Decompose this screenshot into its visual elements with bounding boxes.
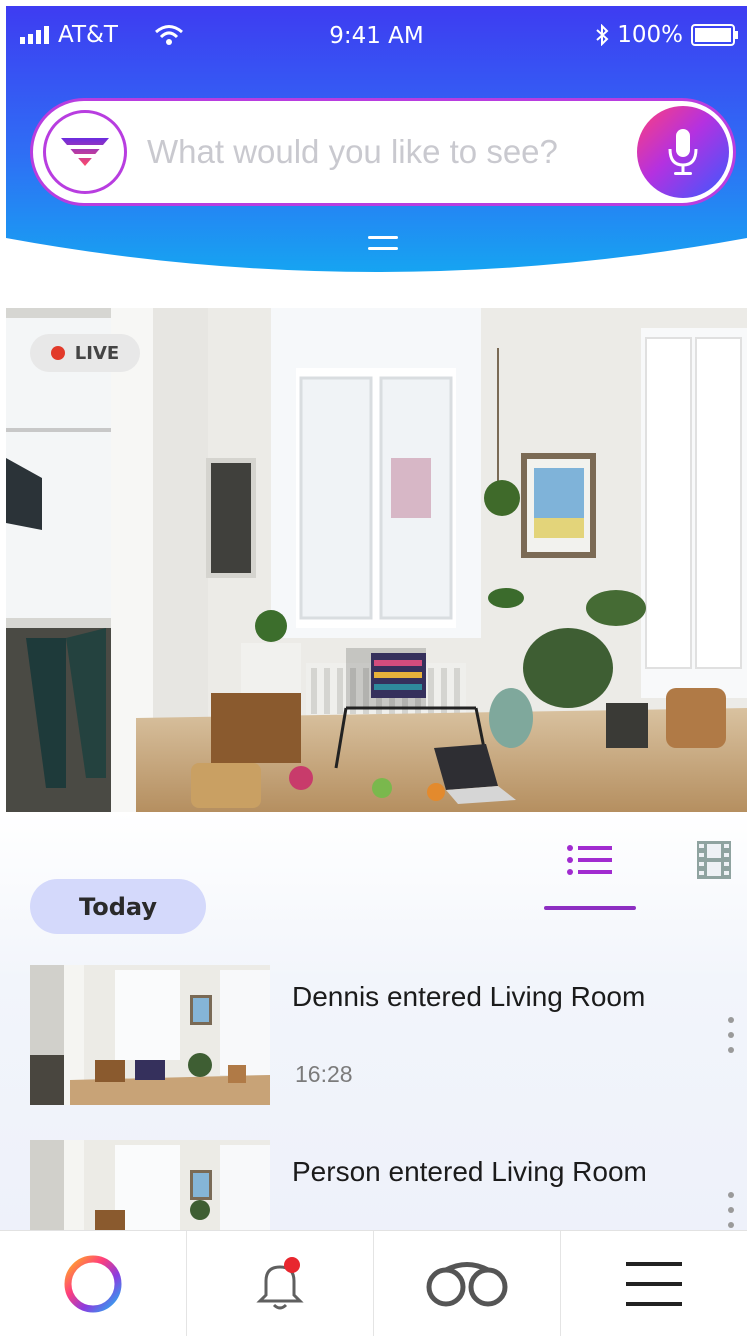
event-item[interactable]: Dennis entered Living Room 16:28 bbox=[30, 965, 747, 1105]
notifications-bell-icon bbox=[256, 1256, 304, 1309]
live-label: LIVE bbox=[74, 342, 120, 364]
event-title: Dennis entered Living Room bbox=[292, 981, 646, 1012]
microphone-button[interactable] bbox=[637, 106, 729, 198]
battery-icon bbox=[691, 24, 738, 46]
live-dot-icon bbox=[50, 346, 65, 360]
event-time: 16:28 bbox=[295, 1061, 353, 1087]
event-thumbnail[interactable] bbox=[30, 965, 270, 1105]
menu-icon bbox=[626, 1261, 682, 1306]
more-options-icon[interactable] bbox=[726, 1017, 736, 1067]
bluetooth-icon bbox=[596, 24, 609, 46]
notification-badge bbox=[284, 1256, 300, 1273]
microphone-icon bbox=[668, 129, 698, 175]
event-thumbnail[interactable] bbox=[30, 1140, 270, 1230]
list-view-icon bbox=[567, 845, 612, 875]
pull-handle[interactable] bbox=[368, 236, 398, 256]
home-ring-icon bbox=[64, 1255, 122, 1312]
status-bar: AT&T 9:41 AM 100% bbox=[6, 6, 747, 66]
date-chip[interactable]: Today bbox=[30, 879, 206, 934]
live-camera-view[interactable] bbox=[6, 308, 747, 812]
list-view-tab[interactable] bbox=[544, 838, 636, 910]
nav-menu[interactable] bbox=[561, 1231, 747, 1336]
battery-percent: 100% bbox=[617, 22, 683, 48]
active-tab-underline bbox=[544, 906, 636, 910]
status-right: 100% bbox=[595, 22, 739, 48]
film-strip-icon bbox=[697, 841, 731, 879]
search-bar[interactable]: What would you like to see? bbox=[30, 98, 736, 206]
event-item[interactable]: Person entered Living Room bbox=[30, 1140, 747, 1230]
nav-explore[interactable] bbox=[374, 1231, 561, 1336]
nav-home[interactable] bbox=[0, 1231, 187, 1336]
event-thumbnail-image bbox=[30, 965, 270, 1105]
more-options-icon[interactable] bbox=[726, 1192, 736, 1230]
search-input[interactable]: What would you like to see? bbox=[147, 133, 558, 171]
binoculars-icon bbox=[426, 1261, 508, 1306]
event-title: Person entered Living Room bbox=[292, 1156, 647, 1187]
nav-notifications[interactable] bbox=[187, 1231, 374, 1336]
live-badge: LIVE bbox=[30, 334, 140, 372]
bottom-navigation bbox=[0, 1230, 747, 1336]
filter-icon bbox=[59, 138, 111, 166]
film-view-tab[interactable] bbox=[696, 840, 732, 880]
event-thumbnail-image bbox=[30, 1140, 270, 1230]
living-room-image bbox=[6, 308, 747, 812]
filter-button[interactable] bbox=[43, 110, 127, 194]
